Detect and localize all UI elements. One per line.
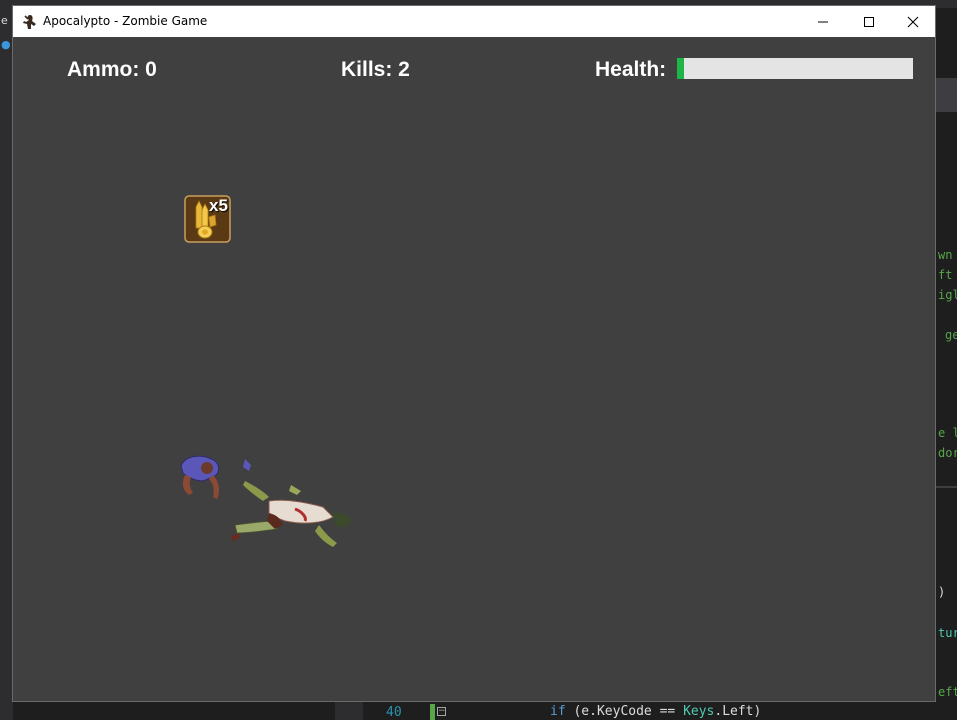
ide-editor-bottom: 40 − if (e.KeyCode == Keys.Left) <box>13 702 936 720</box>
ammo-counter: Ammo: 0 <box>67 58 157 81</box>
line-number: 40 <box>386 705 402 720</box>
ide-code-fragment: ) <box>938 585 946 599</box>
ide-code-fragment: ft <box>938 268 953 282</box>
pickup-count: x5 <box>209 196 228 215</box>
ide-code-fragment: e l <box>938 426 957 440</box>
game-window: Apocalypto - Zombie Game Ammo: 0 Kills: … <box>12 5 936 702</box>
health-label: Health: <box>595 58 667 81</box>
ide-right-edge <box>936 36 957 720</box>
change-marker <box>430 704 435 720</box>
ide-code-fragment: dor <box>938 446 957 460</box>
ide-code-fragment: igl <box>938 288 957 302</box>
minimize-icon <box>818 21 828 23</box>
code-line: if (e.KeyCode == Keys.Left) <box>550 704 762 719</box>
health-bar <box>677 58 913 79</box>
window-title: Apocalypto - Zombie Game <box>43 14 208 28</box>
title-bar[interactable]: Apocalypto - Zombie Game <box>13 6 935 37</box>
ide-edge-glyph: e <box>1 14 8 27</box>
ide-edge-icon: ● <box>1 38 11 51</box>
dead-zombies-sprite <box>180 455 351 547</box>
ide-code-fragment: tur <box>938 626 957 640</box>
maximize-button[interactable] <box>846 6 892 37</box>
ide-code-fragment: ge <box>945 328 957 342</box>
ide-code-fragment: eft <box>938 685 957 699</box>
kills-counter: Kills: 2 <box>341 58 410 81</box>
ide-code-fragment: wn <box>938 248 953 262</box>
ammo-pickup: x5 <box>184 195 231 243</box>
minimize-button[interactable] <box>800 6 846 37</box>
zombie-app-icon <box>23 15 36 29</box>
collapse-icon[interactable]: − <box>437 707 446 716</box>
health-bar-fill <box>677 58 685 79</box>
close-button[interactable] <box>890 6 936 37</box>
maximize-icon <box>864 17 874 27</box>
close-icon <box>907 16 919 28</box>
